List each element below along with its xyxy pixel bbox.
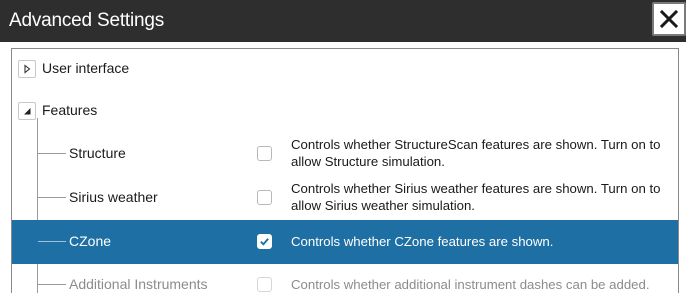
feature-row-structure[interactable]: Structure Controls whether StructureScan… (12, 132, 678, 176)
feature-label: Structure (69, 145, 126, 161)
tree-branch (38, 284, 66, 285)
feature-row-sirius-weather[interactable]: Sirius weather Controls whether Sirius w… (12, 176, 678, 220)
feature-description: Controls whether Sirius weather features… (291, 181, 661, 213)
collapse-toggle[interactable] (18, 102, 36, 120)
feature-description: Controls whether CZone features are show… (291, 234, 554, 249)
feature-row-additional-instruments[interactable]: Additional Instruments Controls whether … (12, 263, 678, 293)
dialog-title: Advanced Settings (9, 10, 165, 31)
tree-branch (38, 241, 66, 242)
feature-label: Additional Instruments (69, 276, 208, 292)
structure-checkbox[interactable] (257, 146, 272, 161)
checkmark-icon (260, 238, 269, 246)
feature-description: Controls whether additional instrument d… (291, 277, 650, 292)
expand-toggle[interactable] (18, 60, 36, 78)
feature-label: CZone (69, 233, 112, 249)
settings-tree: User interface Features Structure Contro… (11, 48, 679, 293)
close-icon (659, 9, 679, 29)
triangle-right-icon (24, 64, 31, 74)
title-bar: Advanced Settings (0, 0, 686, 42)
tree-branch (38, 153, 66, 154)
tree-node-label: Features (42, 102, 98, 118)
feature-label: Sirius weather (69, 189, 158, 205)
close-button[interactable] (652, 2, 686, 36)
advanced-settings-dialog: Advanced Settings User interface Feature… (0, 0, 686, 293)
tree-node-label: User interface (42, 60, 130, 76)
sirius-weather-checkbox[interactable] (257, 190, 272, 205)
feature-description: Controls whether StructureScan features … (291, 137, 661, 169)
feature-row-czone[interactable]: CZone Controls whether CZone features ar… (12, 220, 678, 264)
additional-instruments-checkbox[interactable] (257, 277, 272, 292)
triangle-down-icon (24, 108, 31, 115)
czone-checkbox[interactable] (257, 234, 272, 249)
tree-branch (38, 197, 66, 198)
